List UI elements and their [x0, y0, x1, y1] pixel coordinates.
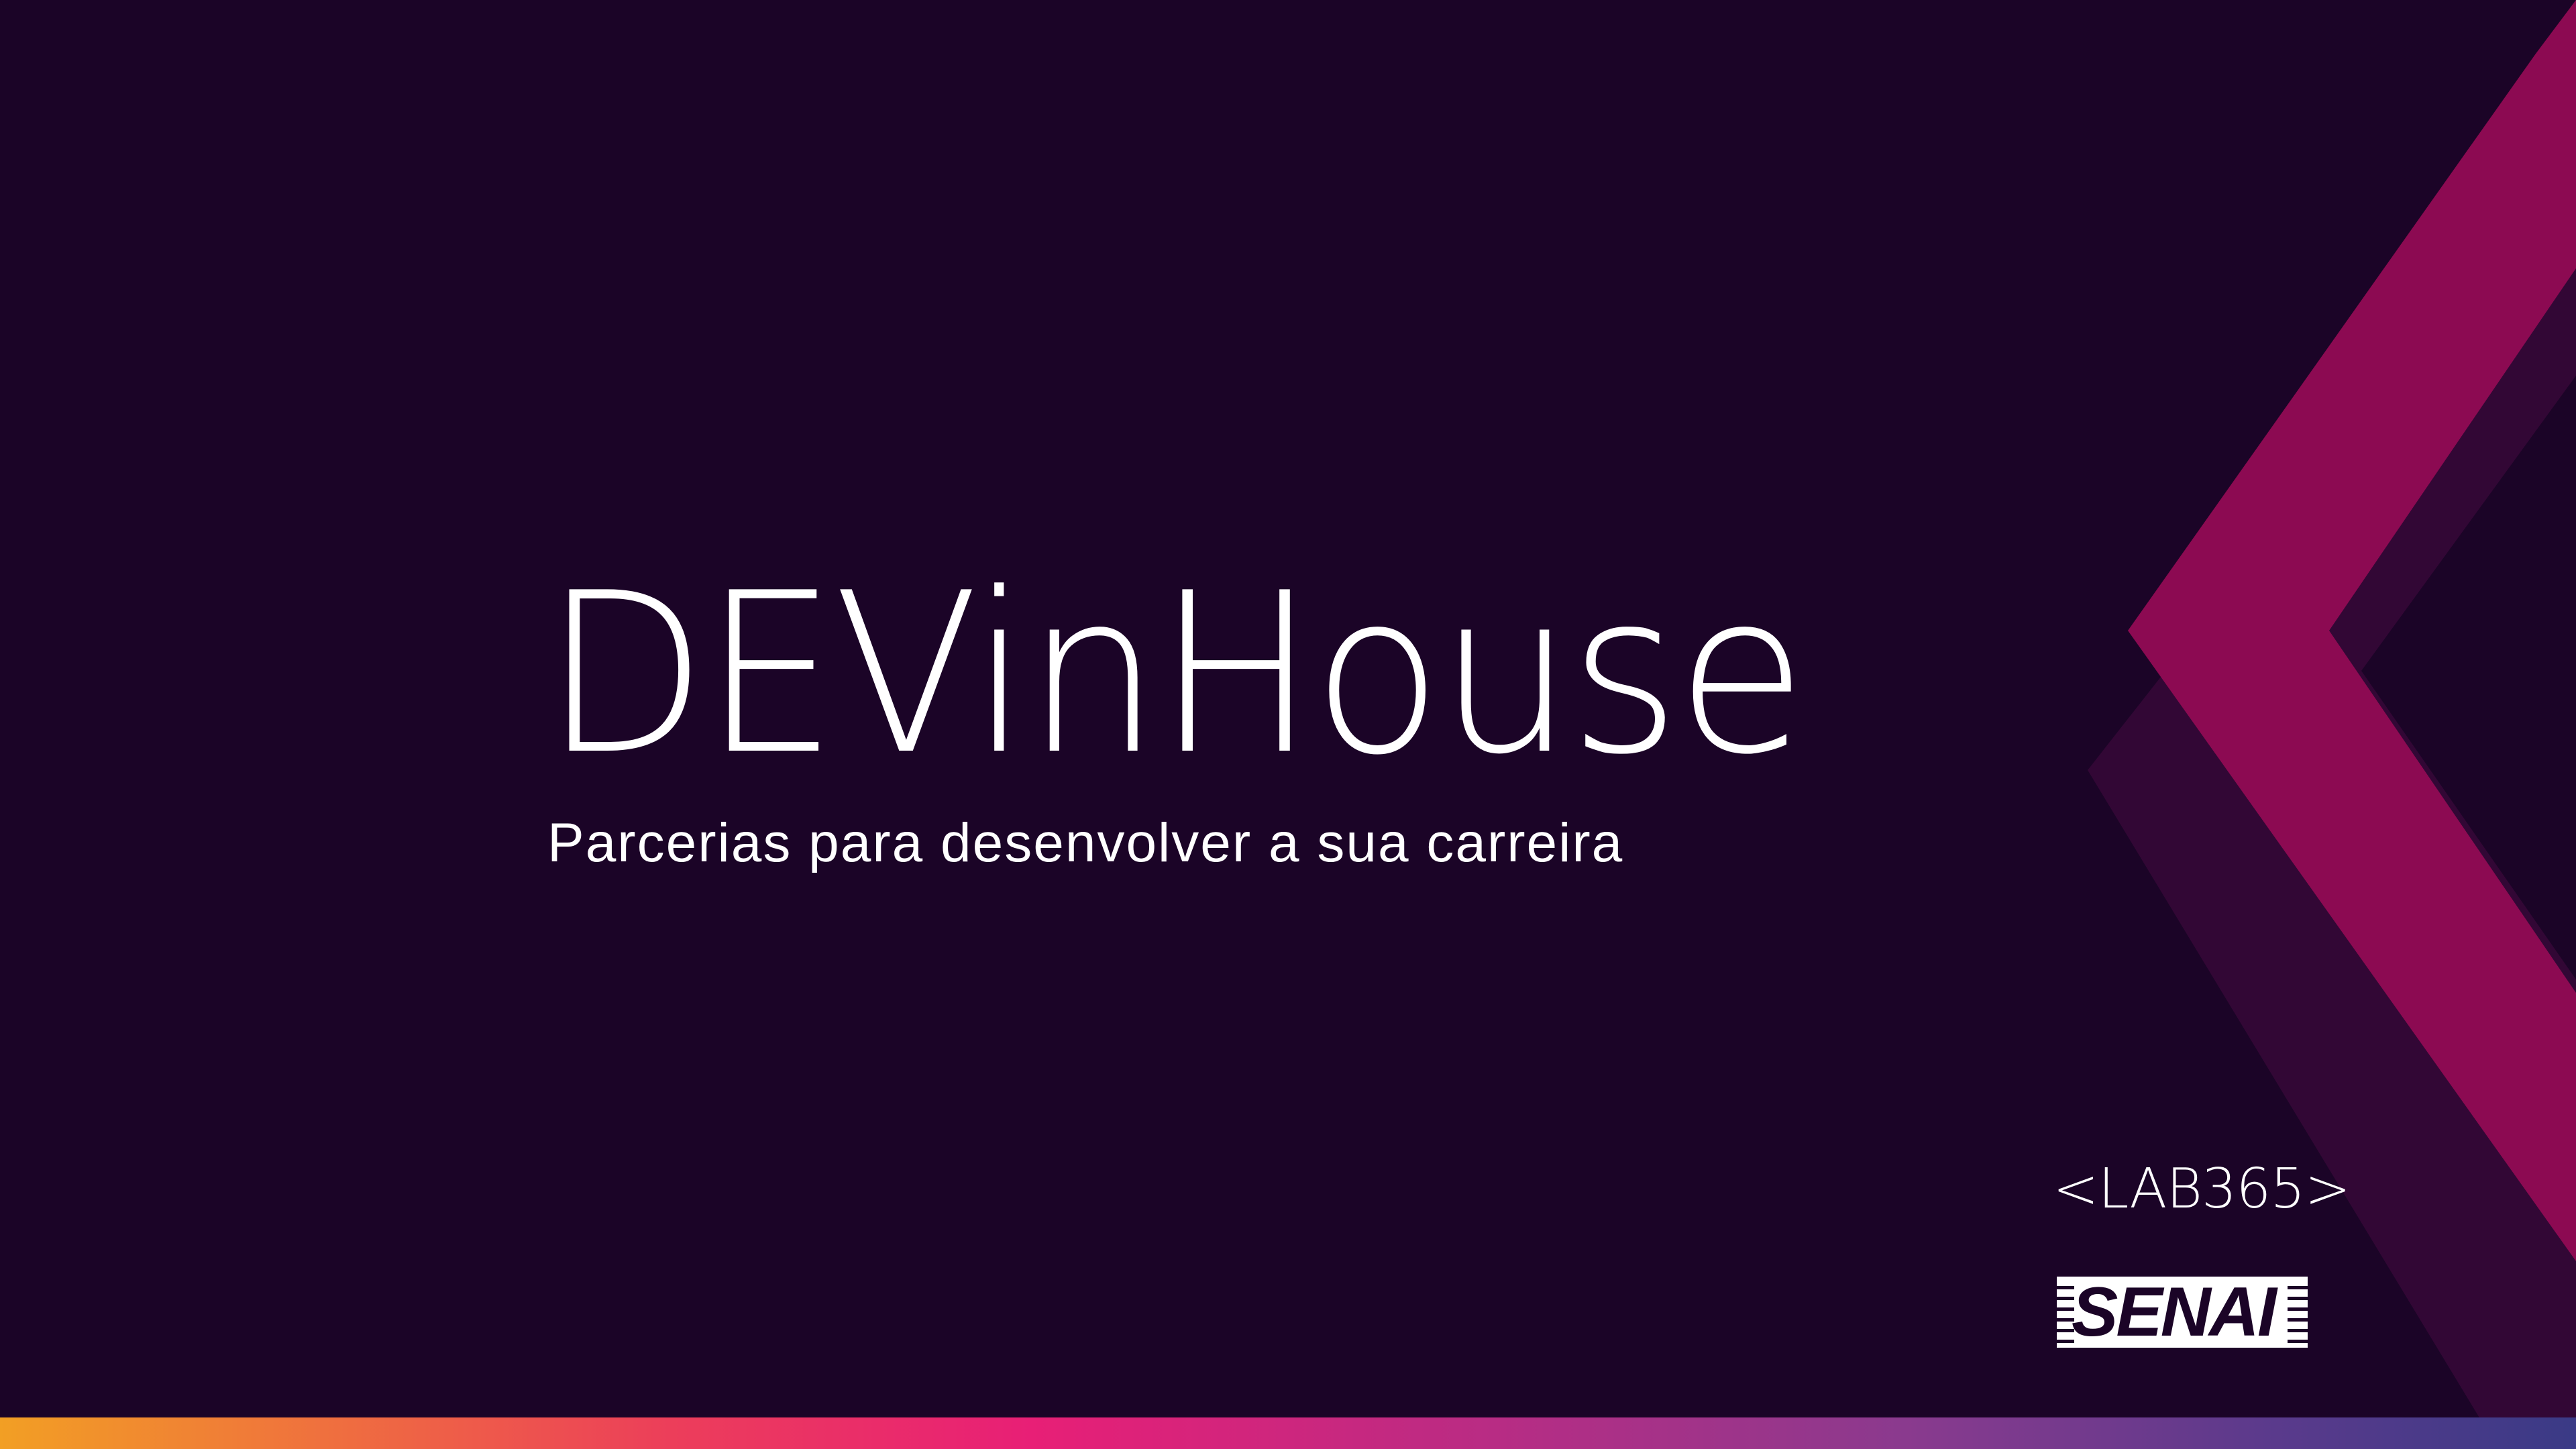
senai-wordmark: SENAI [2072, 1277, 2277, 1348]
page-title: DEVinHouse [543, 564, 1807, 785]
senai-logo: SENAI [2057, 1277, 2308, 1348]
lab365-logo: <LAB365> [2053, 1157, 2351, 1221]
gradient-bar [0, 1417, 2576, 1449]
page-subtitle: Parcerias para desenvolver a sua carreir… [547, 812, 1624, 873]
slide: DEVinHouse Parcerias para desenvolver a … [0, 0, 2576, 1449]
title-block: DEVinHouse Parcerias para desenvolver a … [543, 564, 1807, 875]
page-title-text: DEVinHouse [543, 545, 1807, 803]
